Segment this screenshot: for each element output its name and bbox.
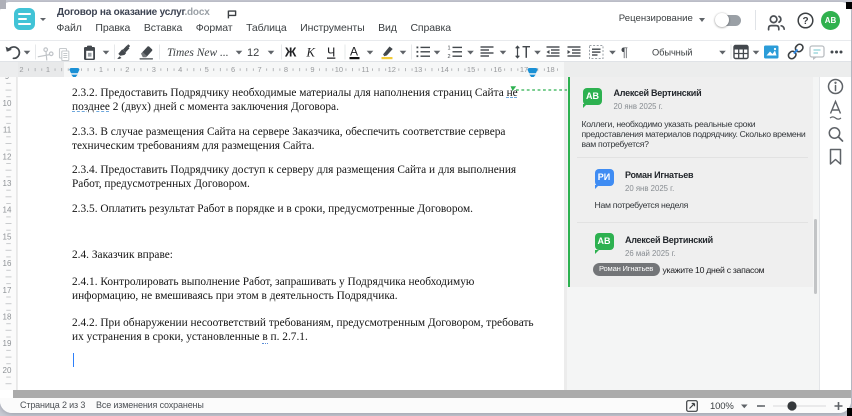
svg-text:9: 9 (5, 77, 10, 81)
svg-text:18: 18 (546, 65, 554, 74)
svg-text:14: 14 (441, 65, 449, 74)
svg-text:К: К (306, 46, 316, 60)
svg-text:12: 12 (388, 65, 396, 74)
svg-text:15: 15 (3, 232, 12, 241)
svg-text:12: 12 (247, 47, 259, 59)
svg-text:4: 4 (178, 65, 182, 74)
svg-text:Обычный: Обычный (652, 48, 692, 58)
svg-text:1: 1 (46, 65, 50, 74)
svg-text:5: 5 (205, 65, 209, 74)
svg-text:1: 1 (99, 65, 103, 74)
svg-text:15: 15 (467, 65, 475, 74)
svg-text:?: ? (802, 16, 808, 27)
svg-text:20: 20 (3, 366, 12, 375)
svg-text:14: 14 (3, 206, 12, 215)
svg-text:2: 2 (19, 65, 23, 74)
svg-text:17: 17 (520, 65, 528, 74)
svg-text:100%: 100% (710, 401, 734, 412)
svg-text:Times New ...: Times New ... (167, 47, 229, 59)
svg-text:7: 7 (258, 65, 262, 74)
svg-text:8: 8 (284, 65, 288, 74)
svg-text:16: 16 (3, 259, 12, 268)
svg-text:3: 3 (152, 65, 156, 74)
svg-text:6: 6 (231, 65, 235, 74)
svg-text:11: 11 (3, 126, 12, 135)
svg-text:Ж: Ж (284, 46, 297, 60)
svg-text:19: 19 (3, 339, 12, 348)
svg-text:10: 10 (335, 65, 343, 74)
svg-text:¶: ¶ (621, 45, 628, 60)
svg-text:17: 17 (3, 286, 12, 295)
svg-text:2: 2 (448, 54, 451, 60)
svg-text:10: 10 (3, 99, 12, 108)
svg-text:13: 13 (3, 179, 12, 188)
svg-text:16: 16 (493, 65, 501, 74)
svg-text:1: 1 (448, 46, 451, 52)
svg-text:11: 11 (362, 65, 370, 74)
svg-text:2: 2 (125, 65, 129, 74)
svg-text:18: 18 (3, 313, 12, 322)
svg-text:Ч: Ч (327, 46, 335, 60)
svg-text:9: 9 (310, 65, 314, 74)
svg-text:12: 12 (3, 152, 12, 161)
svg-text:13: 13 (414, 65, 422, 74)
svg-text:А: А (350, 45, 358, 59)
